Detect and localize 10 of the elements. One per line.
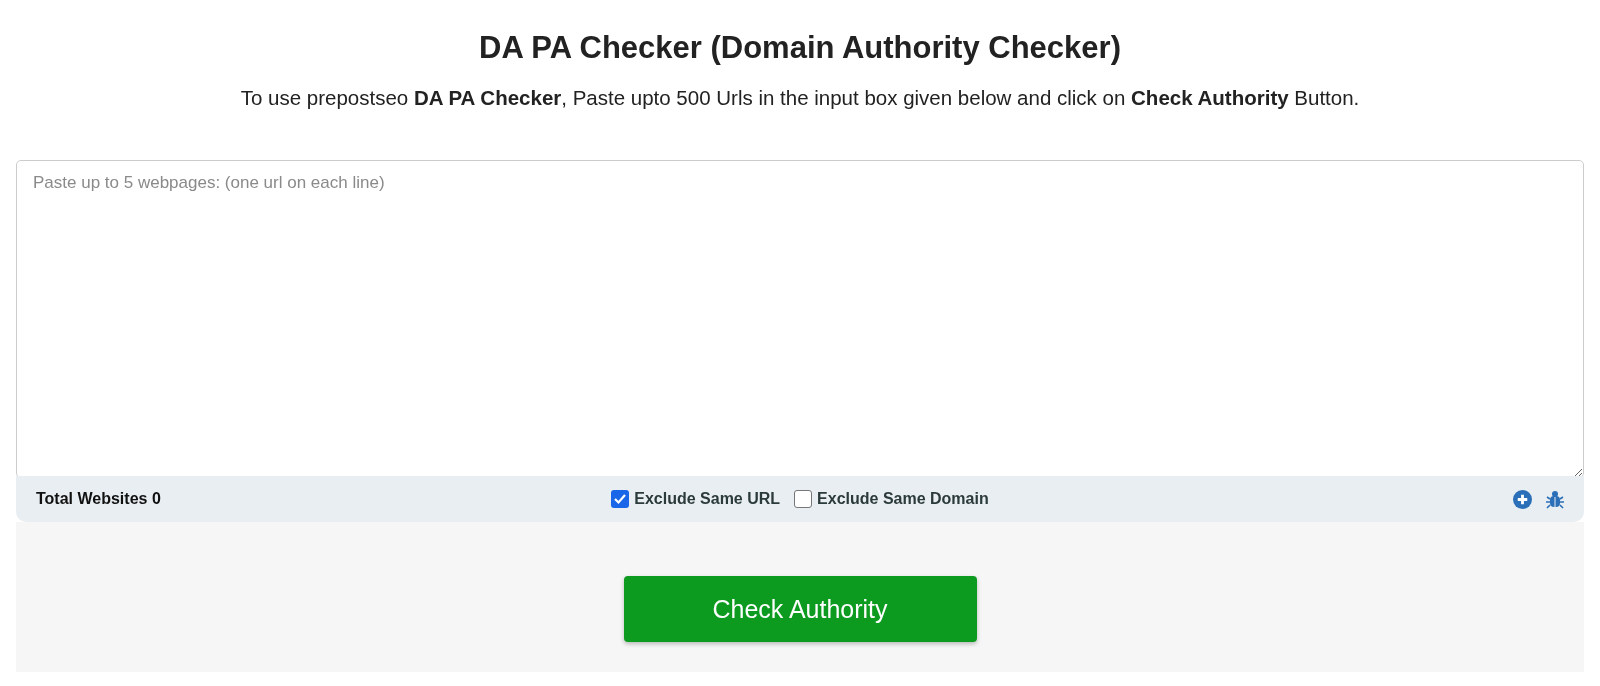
option-checkbox[interactable]: Exclude Same URL bbox=[611, 490, 781, 508]
bug-icon[interactable] bbox=[1546, 489, 1564, 509]
option-checkbox[interactable]: Exclude Same Domain bbox=[794, 490, 989, 508]
intro-text: To use prepostseo DA PA Checker, Paste upto 500 Urls in the input box given below and click on Check Authority Button. bbox=[240, 86, 1360, 110]
check-authority-button[interactable]: Check Authority bbox=[623, 576, 977, 642]
page-title: DA PA Checker (Domain Authority Checker) bbox=[479, 30, 1121, 66]
add-icon[interactable] bbox=[1513, 489, 1532, 509]
check-icon bbox=[613, 492, 628, 506]
total-websites: Total Websites 0 bbox=[36, 490, 162, 508]
url-input[interactable]: Paste up to 5 webpages: (one url on each line) bbox=[16, 160, 1584, 478]
